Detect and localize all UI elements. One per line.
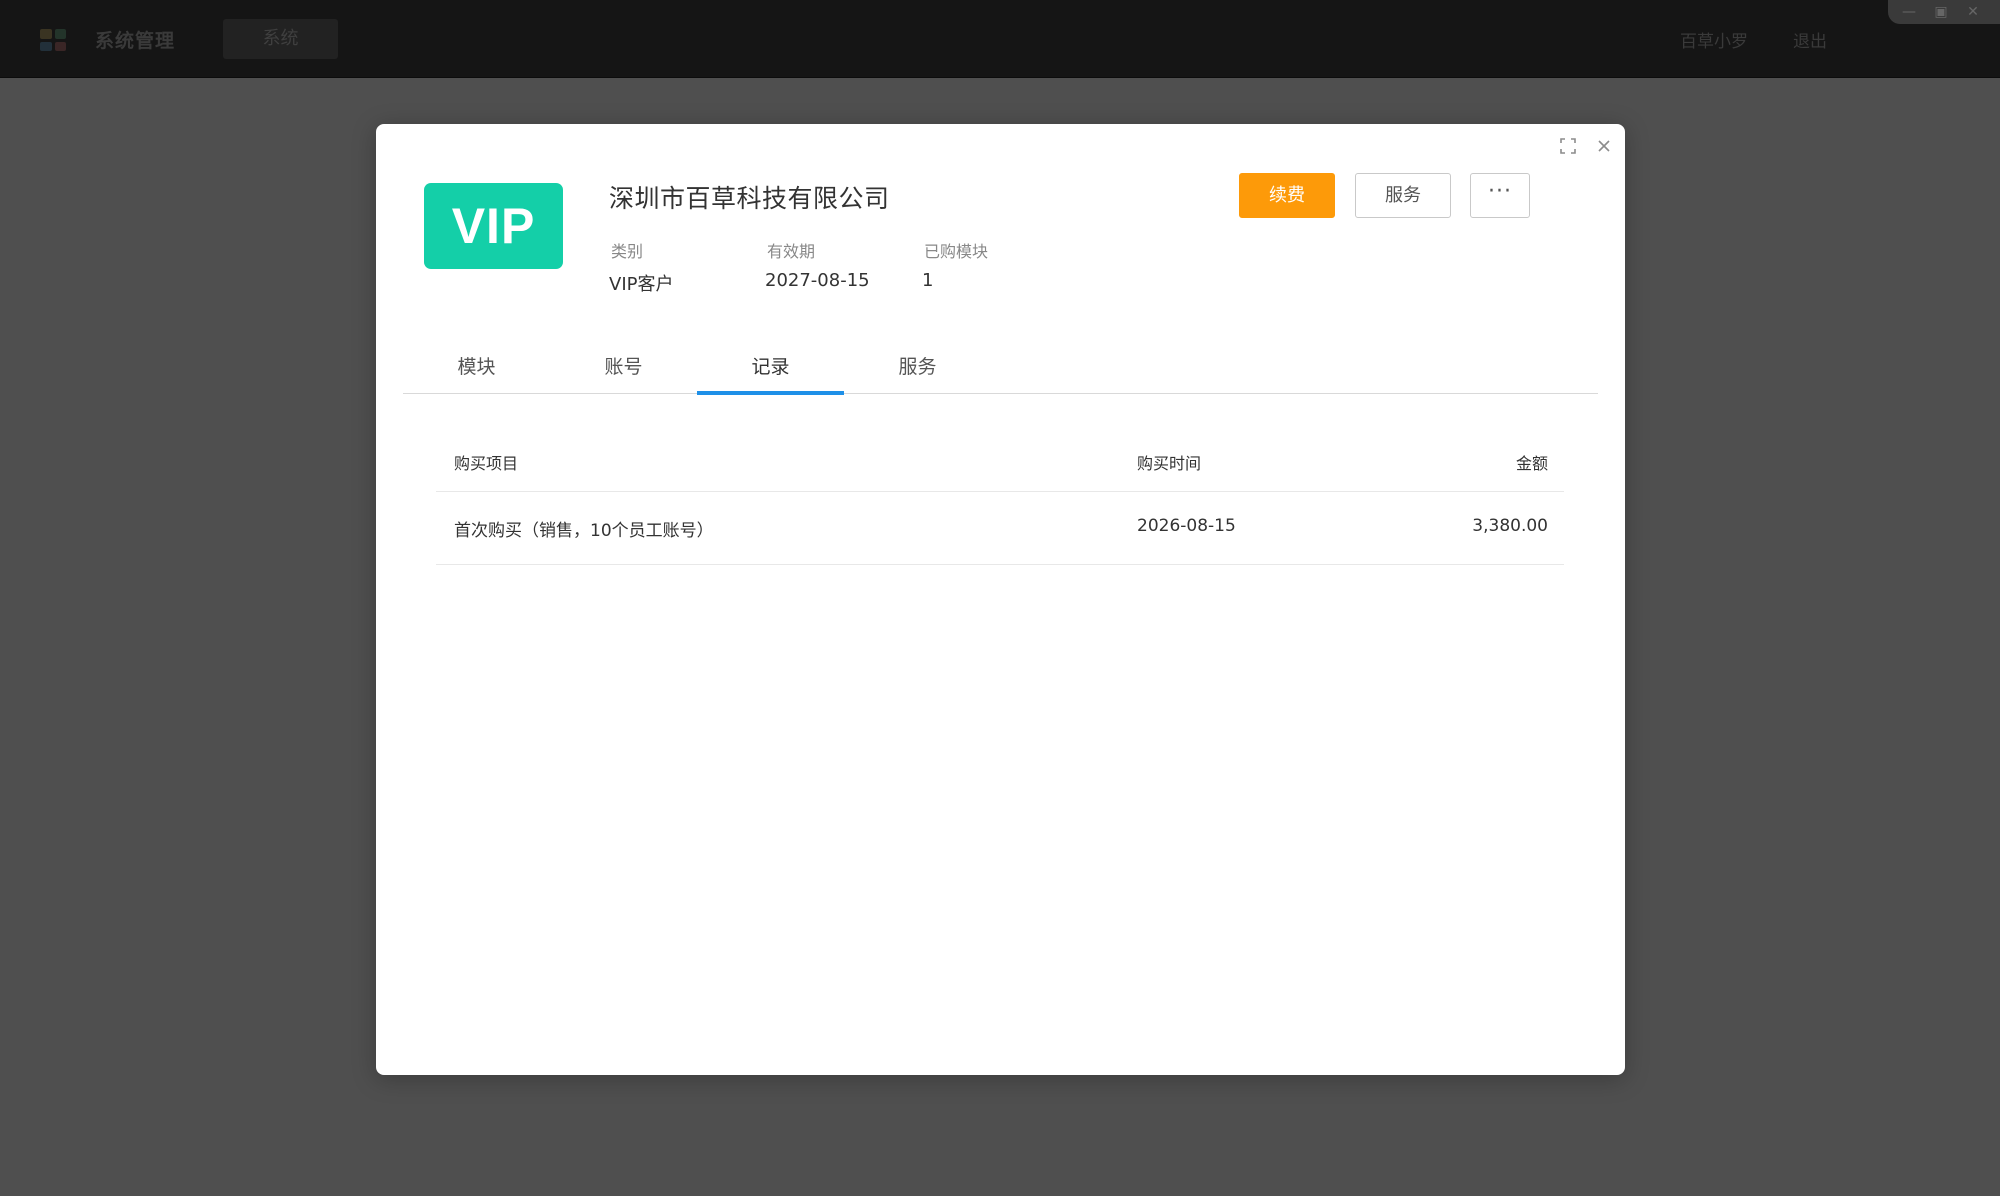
- column-header-item: 购买项目: [454, 454, 519, 473]
- expand-icon[interactable]: [1556, 134, 1580, 158]
- active-tab-indicator: [697, 391, 844, 395]
- tab-system[interactable]: 系统: [223, 19, 338, 59]
- user-name[interactable]: 百草小罗: [1680, 27, 1748, 52]
- close-icon[interactable]: [1592, 134, 1616, 158]
- window-close-icon[interactable]: ✕: [1964, 3, 1982, 21]
- minimize-icon[interactable]: —: [1900, 3, 1918, 21]
- more-options-button[interactable]: ···: [1470, 173, 1530, 218]
- cell-time: 2026-08-15: [1137, 516, 1236, 536]
- company-name: 深圳市百草科技有限公司: [609, 184, 890, 213]
- cell-item: 首次购买（销售，10个员工账号）: [454, 521, 714, 541]
- meta-label-expiry: 有效期: [767, 242, 816, 261]
- meta-value-category: VIP客户: [609, 274, 674, 295]
- tab-label: 记录: [751, 356, 790, 378]
- tab-records[interactable]: 记录: [697, 346, 844, 395]
- tab-services[interactable]: 服务: [844, 346, 991, 394]
- meta-value-modules: 1: [922, 270, 934, 291]
- logout-link[interactable]: 退出: [1793, 27, 1827, 52]
- cell-amount: 3,380.00: [1472, 516, 1548, 536]
- service-button[interactable]: 服务: [1355, 173, 1451, 218]
- meta-label-modules: 已购模块: [924, 242, 989, 261]
- app-title: 系统管理: [95, 30, 176, 52]
- detail-tabs: 模块 账号 记录 服务: [403, 346, 1598, 395]
- grid-logo-icon: [40, 29, 66, 51]
- window-controls: — ▣ ✕: [1888, 0, 2000, 24]
- purchase-records-table: 购买项目 购买时间 金额 首次购买（销售，10个员工账号） 2026-08-15…: [436, 430, 1564, 565]
- customer-detail-modal: VIP 深圳市百草科技有限公司 类别 VIP客户 有效期 2027-08-15 …: [376, 124, 1625, 1075]
- tab-label: 服务: [898, 356, 937, 378]
- tab-label: 账号: [604, 356, 643, 378]
- vip-badge: VIP: [424, 183, 563, 269]
- renew-button[interactable]: 续费: [1239, 173, 1335, 218]
- app-title-bar: 系统管理 系统 百草小罗 退出 — ▣ ✕: [0, 0, 2000, 78]
- restore-icon[interactable]: ▣: [1932, 3, 1950, 21]
- meta-label-category: 类别: [611, 242, 644, 261]
- meta-value-expiry: 2027-08-15: [765, 270, 870, 291]
- tab-label: 模块: [457, 356, 496, 378]
- table-row[interactable]: 首次购买（销售，10个员工账号） 2026-08-15 3,380.00: [436, 492, 1564, 565]
- table-header: 购买项目 购买时间 金额: [436, 430, 1564, 492]
- column-header-time: 购买时间: [1137, 454, 1202, 473]
- tab-accounts[interactable]: 账号: [550, 346, 697, 394]
- column-header-amount: 金额: [1515, 454, 1548, 473]
- tab-modules[interactable]: 模块: [403, 346, 550, 394]
